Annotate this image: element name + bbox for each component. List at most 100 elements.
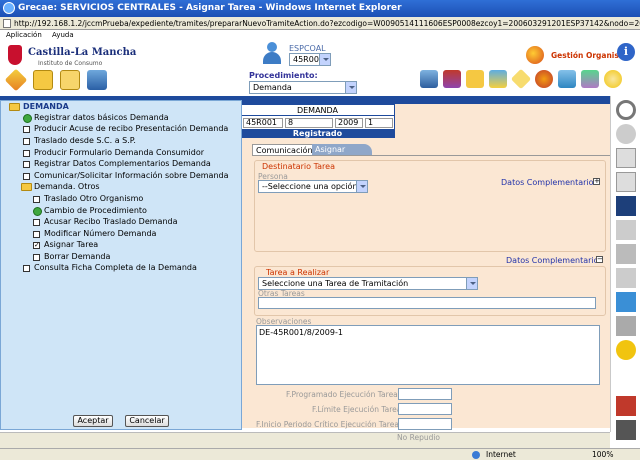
collapse-icon[interactable]: − <box>596 256 603 263</box>
print-icon[interactable] <box>616 244 636 264</box>
cancelar-button[interactable]: Cancelar <box>125 415 169 427</box>
observaciones-textarea[interactable]: DE-45R001/8/2009-1 <box>256 325 600 385</box>
horizontal-scrollbar[interactable] <box>0 432 610 448</box>
tree-checkbox[interactable] <box>23 138 30 145</box>
tree-root[interactable]: DEMANDA <box>23 102 69 112</box>
tree-item[interactable]: Registrar Datos Complementarios Demanda <box>34 159 211 169</box>
back-icon[interactable] <box>616 124 636 144</box>
menu-bar: Aplicación Ayuda <box>0 30 640 40</box>
tree-panel: DEMANDA Registrar datos básicos Demanda … <box>0 100 242 430</box>
persona-select[interactable]: --Seleccione una opción-- <box>258 180 368 193</box>
expand-icon[interactable]: + <box>593 178 600 185</box>
tree-checkbox[interactable] <box>33 231 40 238</box>
copy-icon[interactable] <box>616 172 636 192</box>
menu-aplicacion[interactable]: Aplicación <box>6 31 42 39</box>
tab-divider <box>252 155 610 156</box>
tree-item[interactable]: Producir Acuse de recibo Presentación De… <box>34 124 228 134</box>
gear-icon[interactable] <box>604 70 622 88</box>
folder-icon <box>21 183 32 191</box>
otras-tareas-input[interactable] <box>258 297 596 309</box>
documents-icon[interactable] <box>87 70 107 90</box>
tree-item[interactable]: Modificar Número Demanda <box>44 229 156 239</box>
demanda-title: DEMANDA <box>241 105 394 116</box>
settings-icon[interactable] <box>616 340 636 360</box>
battery-icon[interactable] <box>616 292 636 312</box>
car-icon[interactable] <box>616 420 636 440</box>
destinatario-title: Destinatario Tarea <box>262 162 335 171</box>
stack-icon[interactable] <box>489 70 507 88</box>
tag-icon[interactable] <box>510 68 532 90</box>
tree-checkbox[interactable] <box>23 150 30 157</box>
tab-asignar[interactable]: Asignar <box>312 144 372 155</box>
logo-text: Castilla-La Mancha <box>28 47 137 58</box>
folder-new-icon[interactable] <box>33 70 53 90</box>
computer-icon[interactable] <box>420 70 438 88</box>
f-programado-input[interactable] <box>398 388 452 400</box>
f-inicio-label: F.Inicio Periodo Crítico Ejecución Tarea <box>256 420 399 429</box>
logo-subtitle: Instituto de Consumo <box>38 60 103 67</box>
tree-checkbox[interactable] <box>33 254 40 261</box>
menu-ayuda[interactable]: Ayuda <box>52 31 74 39</box>
tree-item[interactable]: Acusar Recibo Traslado Demanda <box>44 217 178 227</box>
tools-icon[interactable] <box>581 70 599 88</box>
user-code: ESPCOAL <box>289 44 326 53</box>
procedimiento-label: Procedimiento: <box>249 71 318 80</box>
ie-icon <box>3 2 15 14</box>
printer-icon[interactable] <box>616 268 636 288</box>
tree-folder[interactable]: Demanda. Otros <box>34 182 100 192</box>
demanda-cell: 1 <box>365 118 393 128</box>
f-limite-input[interactable] <box>398 403 452 415</box>
tree-item[interactable]: Producir Formulario Demanda Consumidor <box>34 148 204 158</box>
user-icon <box>262 42 282 64</box>
tree-item[interactable]: Traslado Otro Organismo <box>44 194 143 204</box>
green-check-icon <box>33 207 42 216</box>
demanda-cell: 8 <box>285 118 333 128</box>
tree-checkbox[interactable] <box>23 126 30 133</box>
f-inicio-input[interactable] <box>398 418 452 430</box>
persona-select-value: --Seleccione una opción-- <box>262 182 364 191</box>
tree-item[interactable]: Traslado desde S.C. a S.P. <box>34 136 136 146</box>
demanda-cell: 2009 <box>335 118 363 128</box>
tab-comunicacion[interactable]: Comunicación <box>252 144 317 155</box>
address-url[interactable]: http://192.168.1.2/jccmPrueba/expediente… <box>14 19 640 28</box>
people-icon[interactable] <box>558 70 576 88</box>
tree-checkbox[interactable] <box>23 265 30 272</box>
tree-checkbox[interactable] <box>33 196 40 203</box>
folder-icon <box>9 103 20 111</box>
tree-item-selected[interactable]: Asignar Tarea <box>44 240 98 250</box>
tree-checkbox[interactable] <box>23 173 30 180</box>
page-icon[interactable] <box>616 148 636 168</box>
user-select[interactable]: 45R001 <box>289 53 331 66</box>
tree-checkbox[interactable] <box>33 219 40 226</box>
document-icon[interactable] <box>616 220 636 240</box>
aceptar-button[interactable]: Aceptar <box>73 415 113 427</box>
books-icon[interactable] <box>443 70 461 88</box>
zoom-icon[interactable] <box>616 100 636 120</box>
tree-item[interactable]: Comunicar/Solicitar Información sobre De… <box>34 171 229 181</box>
no-repudio-label: No Repudio <box>397 433 441 442</box>
tree-checkbox[interactable] <box>23 161 30 168</box>
procedimiento-select[interactable]: Demanda <box>249 81 357 94</box>
datos-complementarios-link[interactable]: Datos Complementarios <box>501 178 598 187</box>
procedimiento-value: Demanda <box>253 83 292 92</box>
tree-checkbox-checked[interactable]: ✓ <box>33 242 40 249</box>
tarea-title: Tarea a Realizar <box>266 268 330 277</box>
save-icon[interactable] <box>616 196 636 216</box>
diamond-tool-icon[interactable] <box>4 68 28 92</box>
address-bar[interactable]: http://192.168.1.2/jccmPrueba/expediente… <box>0 17 640 30</box>
globe-icon[interactable] <box>535 70 553 88</box>
tree-item[interactable]: Registrar datos básicos Demanda <box>34 113 169 123</box>
tools-icon[interactable] <box>616 396 636 416</box>
datos-complementarios-link-2[interactable]: Datos Complementarios <box>506 256 603 265</box>
tree-item[interactable]: Cambio de Procedimiento <box>44 206 147 216</box>
tree-item[interactable]: Consulta Ficha Completa de la Demanda <box>34 263 197 273</box>
tree-item[interactable]: Borrar Demanda <box>44 252 110 262</box>
info-icon[interactable]: i <box>617 43 635 61</box>
status-zoom[interactable]: 100% <box>592 449 613 461</box>
archive-icon[interactable] <box>466 70 484 88</box>
gestion-organismo-icon[interactable] <box>526 46 544 64</box>
folder-open-icon[interactable] <box>60 70 80 90</box>
printer-alt-icon[interactable] <box>616 316 636 336</box>
demanda-cell: 45R001 <box>243 118 283 128</box>
f-programado-label: F.Programado Ejecución Tarea <box>286 390 398 399</box>
